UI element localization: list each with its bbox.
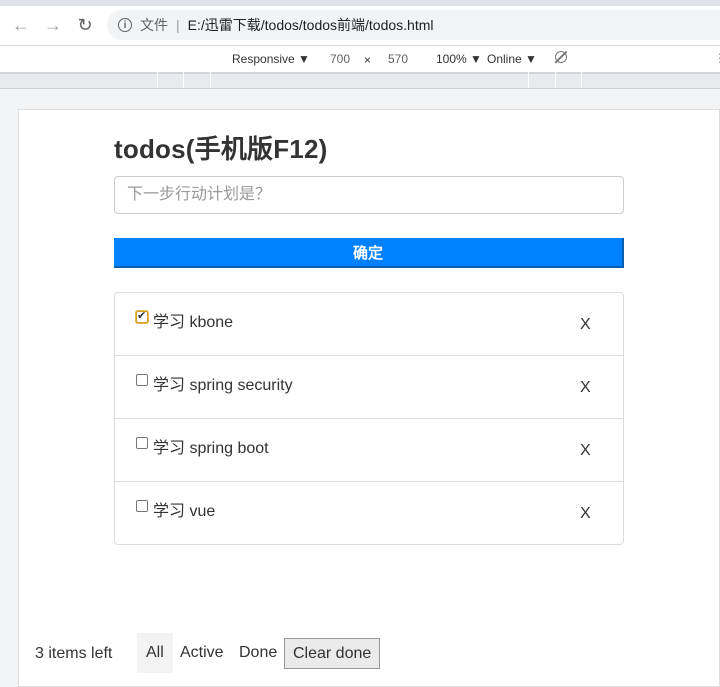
- confirm-button[interactable]: 确定: [114, 238, 624, 268]
- ruler-tick: [183, 72, 184, 88]
- todo-item: 学习 spring boot X: [115, 418, 623, 481]
- todo-label: 学习 vue: [153, 503, 216, 520]
- ruler-edge: [0, 72, 720, 74]
- rotate-icon[interactable]: [555, 51, 567, 63]
- items-left-count: 3 items left: [35, 645, 113, 662]
- page-title: todos(手机版F12): [114, 134, 328, 164]
- ruler-tick: [157, 72, 158, 88]
- url-text[interactable]: E:/迅雷下载/todos/todos前端/todos.html: [188, 15, 434, 35]
- ruler-tick: [528, 72, 529, 88]
- dimension-separator: ×: [364, 53, 372, 67]
- file-scheme-label: 文件: [140, 17, 168, 33]
- back-arrow-icon[interactable]: ←: [9, 13, 33, 37]
- more-options-icon[interactable]: ⋮: [714, 51, 720, 65]
- device-select[interactable]: Responsive ▼: [232, 52, 310, 66]
- todo-label: 学习 kbone: [153, 314, 234, 331]
- forward-arrow-icon[interactable]: →: [41, 13, 65, 37]
- page-viewport: todos(手机版F12) 确定 学习 kbone X 学习 spring se…: [18, 109, 720, 687]
- viewport-height[interactable]: 570: [388, 52, 408, 66]
- delete-todo-button[interactable]: X: [580, 442, 591, 460]
- todo-item: 学习 vue X: [115, 481, 623, 544]
- todo-item: 学习 kbone X: [115, 293, 623, 355]
- ruler-tick: [210, 72, 211, 88]
- info-icon[interactable]: i: [118, 18, 132, 32]
- network-throttle-select[interactable]: Online ▼: [487, 52, 537, 66]
- zoom-select[interactable]: 100% ▼: [436, 52, 482, 66]
- clear-done-button[interactable]: Clear done: [284, 638, 381, 669]
- delete-todo-button[interactable]: X: [580, 316, 591, 334]
- delete-todo-button[interactable]: X: [580, 379, 591, 397]
- device-toolbar: Responsive ▼ 700 × 570 100% ▼ Online ▼ ⋮: [0, 45, 720, 72]
- viewport-width[interactable]: 700: [330, 52, 350, 66]
- reload-icon[interactable]: ↻: [73, 13, 97, 37]
- todo-label: 学习 spring security: [153, 377, 293, 394]
- ruler-tick: [555, 72, 556, 88]
- media-query-ruler: [0, 72, 720, 89]
- todo-list: 学习 kbone X 学习 spring security X 学习 sprin…: [114, 292, 624, 545]
- new-todo-input[interactable]: [114, 176, 624, 214]
- address-bar[interactable]: i 文件 | E:/迅雷下载/todos/todos前端/todos.html: [107, 10, 720, 40]
- browser-toolbar: ← → ↻ i 文件 | E:/迅雷下载/todos/todos前端/todos…: [0, 0, 720, 45]
- ruler-tick: [581, 72, 582, 88]
- todo-footer: 3 items left All Active Done Clear done: [19, 633, 719, 673]
- filter-done[interactable]: Done: [230, 633, 286, 673]
- todo-checkbox[interactable]: [136, 374, 148, 386]
- todo-checkbox[interactable]: [136, 437, 148, 449]
- filter-all[interactable]: All: [137, 633, 173, 673]
- filter-active[interactable]: Active: [171, 633, 233, 673]
- todo-checkbox[interactable]: [136, 309, 148, 323]
- todo-checkbox[interactable]: [136, 500, 148, 512]
- todo-item: 学习 spring security X: [115, 355, 623, 418]
- todo-label: 学习 spring boot: [153, 440, 269, 457]
- tab-strip-edge: [0, 0, 720, 6]
- address-separator: |: [176, 17, 180, 33]
- delete-todo-button[interactable]: X: [580, 505, 591, 523]
